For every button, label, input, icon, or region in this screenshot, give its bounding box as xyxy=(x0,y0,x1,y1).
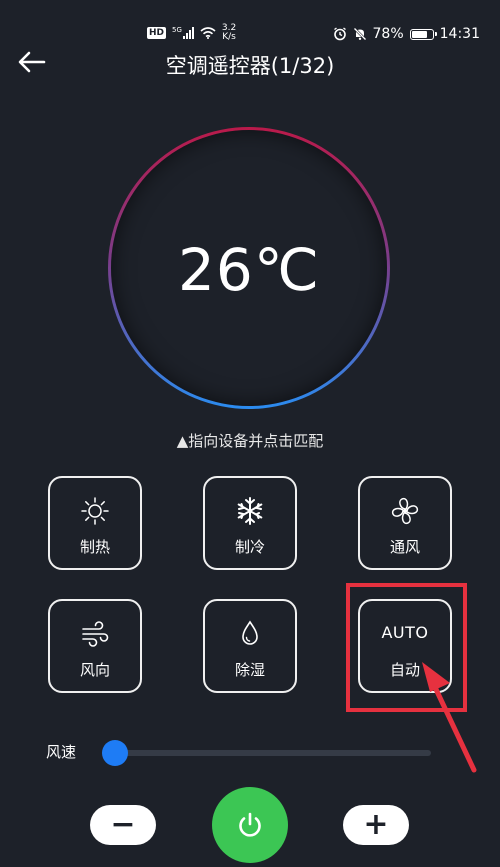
water-drop-icon xyxy=(205,619,295,649)
mute-bell-icon xyxy=(353,27,366,41)
fan-speed-thumb[interactable] xyxy=(102,740,128,766)
alarm-icon xyxy=(333,27,346,41)
snowflake-icon xyxy=(205,496,295,526)
clock: 14:31 xyxy=(439,26,480,42)
increase-button[interactable]: + xyxy=(343,805,409,845)
dial-face: 26℃ xyxy=(111,130,387,406)
signal-icon: 5G xyxy=(172,27,194,39)
status-left: HD 5G 3.2 K/s xyxy=(147,24,236,42)
mode-heat-button[interactable]: 制热 xyxy=(48,476,142,570)
battery-icon xyxy=(409,28,437,40)
wifi-icon xyxy=(200,27,216,39)
sun-icon xyxy=(50,496,140,526)
mode-cool-button[interactable]: 制冷 xyxy=(203,476,297,570)
decrease-button[interactable]: − xyxy=(90,805,156,845)
annotation-arrow-icon xyxy=(422,662,477,773)
power-button[interactable] xyxy=(212,787,288,863)
wind-icon xyxy=(50,619,140,649)
mode-dehumidify-label: 除湿 xyxy=(234,661,265,679)
net-speed: 3.2 K/s xyxy=(221,23,237,42)
minus-icon: − xyxy=(110,806,136,842)
page-title: 空调遥控器(1/32) xyxy=(165,54,335,78)
wind-direction-label: 风向 xyxy=(79,661,110,679)
fan-speed-label: 风速 xyxy=(46,743,77,761)
network-type: 5G xyxy=(172,26,182,34)
status-right: 78% 14:31 xyxy=(333,26,480,42)
battery-percent: 78% xyxy=(372,26,404,42)
battery-fill xyxy=(411,30,427,38)
fan-speed-slider[interactable] xyxy=(102,740,431,766)
temperature-display: 26℃ xyxy=(178,236,320,304)
mode-dehumidify-button[interactable]: 除湿 xyxy=(203,599,297,693)
hd-badge: HD xyxy=(147,27,167,39)
fan-icon xyxy=(360,496,450,526)
mode-heat-label: 制热 xyxy=(79,538,110,556)
mode-ventilate-label: 通风 xyxy=(389,538,420,556)
match-hint: ▲指向设备并点击匹配 xyxy=(176,432,324,450)
plus-icon: + xyxy=(363,806,389,842)
status-bar: HD 5G 3.2 K/s 78% 14:31 xyxy=(0,0,500,48)
wind-direction-button[interactable]: 风向 xyxy=(48,599,142,693)
mode-cool-label: 制冷 xyxy=(234,538,265,556)
mode-ventilate-button[interactable]: 通风 xyxy=(358,476,452,570)
temperature-dial: 26℃ xyxy=(108,127,390,409)
power-icon xyxy=(239,812,261,837)
